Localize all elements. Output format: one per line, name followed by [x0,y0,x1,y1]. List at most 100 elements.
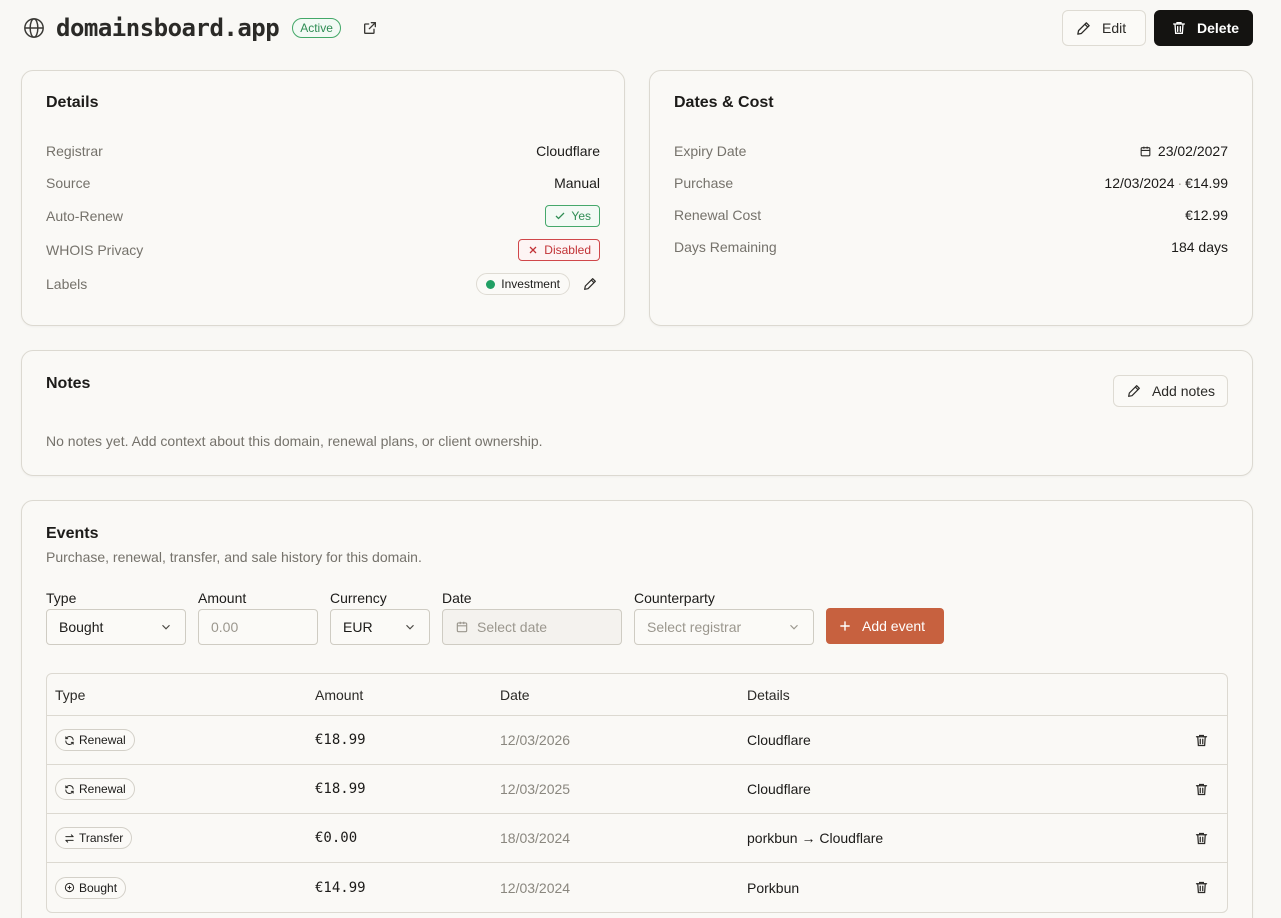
events-card: Events Purchase, renewal, transfer, and … [21,500,1253,918]
currency-select[interactable]: EUR [330,609,430,645]
amount-label: Amount [198,590,247,606]
header-actions: Edit Delete [1062,10,1253,46]
amount-placeholder: 0.00 [211,619,239,635]
type-label: Type [46,590,77,606]
expiry-label: Expiry Date [674,143,747,159]
event-details: Cloudflare [747,732,811,748]
counterparty-select[interactable]: Select registrar [634,609,814,645]
add-event-button[interactable]: Add event [826,608,944,644]
refresh-icon [64,784,75,795]
whois-row: WHOIS Privacy Disabled [46,239,600,261]
pencil-icon [1075,20,1092,37]
amount-input[interactable]: 0.00 [198,609,318,645]
labels-row: Labels Investment [46,273,600,295]
autorenew-label: Auto-Renew [46,208,124,224]
counterparty-placeholder: Select registrar [647,619,742,635]
delete-button[interactable]: Delete [1154,10,1253,46]
renewal-label: Renewal Cost [674,207,762,223]
add-notes-label: Add notes [1151,383,1215,399]
autorenew-badge: Yes [545,205,600,227]
label-color-dot [486,279,496,289]
expiry-row: Expiry Date 23/02/2027 [674,143,1228,159]
label-tag[interactable]: Investment [476,273,570,295]
remaining-row: Days Remaining 184 days [674,239,1228,255]
x-icon [527,244,539,256]
col-type: Type [55,686,86,703]
whois-label: WHOIS Privacy [46,242,144,258]
date-label: Date [442,590,472,606]
status-badge: Active [292,18,341,38]
plus-circle-icon [64,882,75,893]
delete-event-trash-icon[interactable] [1191,878,1211,898]
globe-icon [22,16,46,40]
trash-icon [1171,20,1187,36]
edit-button-label: Edit [1102,20,1127,36]
details-title: Details [46,94,99,111]
chevron-down-icon [787,620,801,634]
event-amount: €14.99 [315,879,366,896]
delete-event-trash-icon[interactable] [1191,730,1211,750]
event-date: 12/03/2025 [500,781,571,797]
type-select-value: Bought [59,619,104,635]
events-title: Events [46,525,99,542]
external-link-icon[interactable] [361,19,379,37]
notes-empty-text: No notes yet. Add context about this dom… [46,433,543,449]
transfer-icon [64,833,75,844]
calendar-icon [1139,145,1152,158]
type-select[interactable]: Bought [46,609,186,645]
event-type-badge: Renewal [55,729,135,751]
expiry-value: 23/02/2027 [1157,143,1228,159]
event-details: Cloudflare [747,781,811,797]
currency-label: Currency [330,590,387,606]
labels-label: Labels [46,276,88,292]
col-amount: Amount [315,686,364,703]
table-row: Renewal €18.99 12/03/2025 Cloudflare [47,765,1227,814]
event-type-badge: Bought [55,876,127,899]
currency-select-value: EUR [343,619,373,635]
col-date: Date [500,686,530,703]
page-header: domainsboard.app Active Edit Delete [22,10,1253,46]
delete-button-label: Delete [1197,20,1240,36]
registrar-label: Registrar [46,143,103,159]
registrar-value: Cloudflare [536,143,600,159]
events-subtitle: Purchase, renewal, transfer, and sale hi… [46,549,422,565]
event-details: porkbun → Cloudflare [747,830,884,846]
add-event-label: Add event [862,618,926,634]
dates-cost-card: Dates & Cost Expiry Date 23/02/2027 Purc… [649,70,1253,326]
table-header: Type Amount Date Details [47,674,1227,716]
autorenew-value: Yes [571,209,591,223]
renewal-value: €12.99 [1185,207,1228,223]
date-picker[interactable]: Select date [442,609,622,645]
table-row: Renewal €18.99 12/03/2026 Cloudflare [47,716,1227,765]
event-type-label: Renewal [79,782,126,796]
renewal-row: Renewal Cost €12.99 [674,207,1228,223]
labels-value: Investment [476,273,600,295]
event-amount: €18.99 [315,732,366,748]
autorenew-row: Auto-Renew Yes [46,205,600,227]
purchase-label: Purchase [674,175,734,191]
edit-button[interactable]: Edit [1062,10,1146,46]
events-table: Type Amount Date Details Renewal €18.99 … [46,673,1228,913]
table-row: Bought €14.99 12/03/2024 Porkbun [47,863,1227,912]
domain-detail-page: domainsboard.app Active Edit Delete Deta… [0,0,1281,918]
col-details: Details [747,686,790,703]
source-label: Source [46,175,91,191]
event-date: 12/03/2026 [500,732,571,748]
purchase-row: Purchase 12/03/2024 · €14.99 [674,175,1228,191]
event-amount: €18.99 [315,781,366,797]
event-type-label: Renewal [79,733,126,747]
delete-event-trash-icon[interactable] [1191,828,1211,848]
source-value: Manual [554,175,600,191]
delete-event-trash-icon[interactable] [1191,779,1211,799]
table-row: Transfer €0.00 18/03/2024 porkbun → Clou… [47,814,1227,863]
edit-labels-pencil-icon[interactable] [580,274,600,294]
event-type-badge: Renewal [55,778,135,800]
calendar-icon [455,620,469,634]
event-date: 18/03/2024 [500,830,571,846]
whois-value: Disabled [544,243,591,257]
plus-icon [838,619,852,633]
source-row: Source Manual [46,175,600,191]
add-notes-button[interactable]: Add notes [1112,375,1228,407]
notes-title: Notes [46,375,91,392]
event-type-label: Bought [79,880,118,895]
